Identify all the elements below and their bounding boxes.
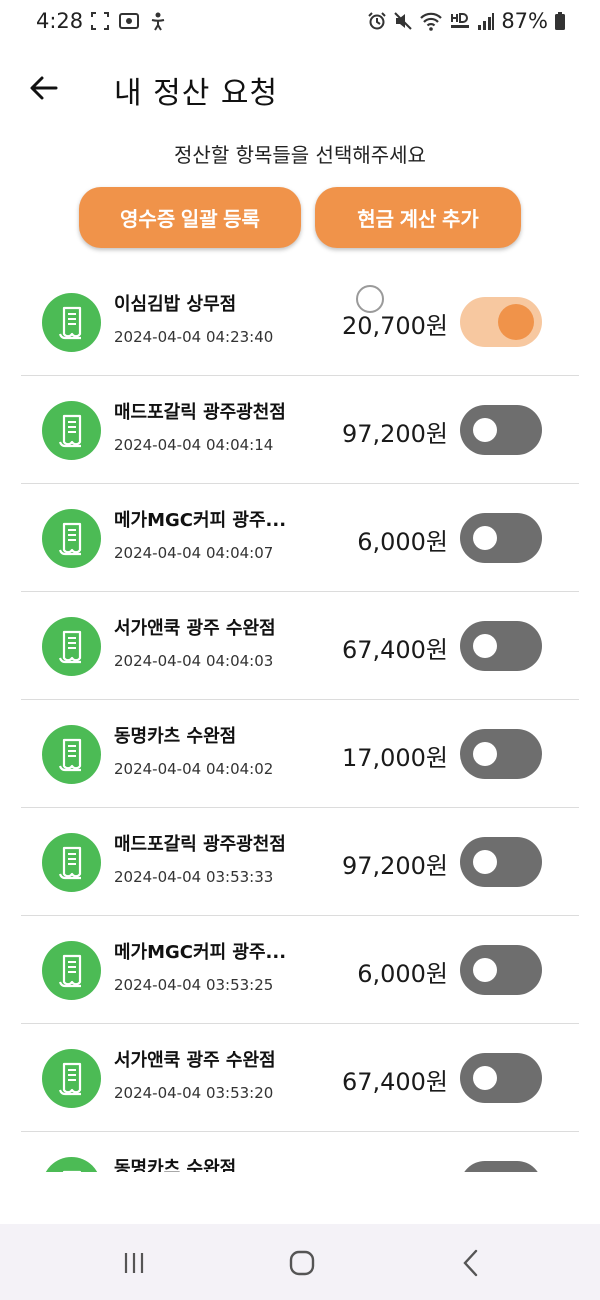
recents-icon <box>124 1253 144 1273</box>
list-item[interactable]: 메가MGC커피 광주... 2024-04-04 04:04:07 6,000원 <box>21 484 579 592</box>
store-name: 매드포갈릭 광주광천점 <box>114 834 286 855</box>
select-toggle[interactable] <box>460 837 542 887</box>
store-name: 서가앤쿡 광주 수완점 <box>114 1050 276 1071</box>
hd-voice-icon <box>449 11 471 31</box>
select-toggle[interactable] <box>460 621 542 671</box>
touch-indicator <box>356 285 384 313</box>
select-toggle[interactable] <box>460 1053 542 1103</box>
list-item[interactable]: 서가앤쿡 광주 수완점 2024-04-04 03:53:20 67,400원 <box>21 1024 579 1132</box>
transaction-datetime: 2024-04-04 04:04:07 <box>114 544 274 562</box>
screen: 4:28 87% 내 정산 요청 정산할 항목들을 선택해주세요 영수증 일괄 … <box>0 0 600 1300</box>
home-button[interactable] <box>282 1246 322 1280</box>
add-cash-button[interactable]: 현금 계산 추가 <box>315 187 521 248</box>
instruction-text: 정산할 항목들을 선택해주세요 <box>174 143 426 167</box>
list-item[interactable]: 동명카츠 수완점 2024-04-04 04:04:02 17,000원 <box>21 700 579 808</box>
store-name: 매드포갈릭 광주광천점 <box>114 402 286 423</box>
amount: 67,400원 <box>341 1068 448 1096</box>
page-title: 내 정산 요청 <box>114 76 279 111</box>
select-toggle[interactable] <box>460 297 542 347</box>
battery-icon <box>554 11 566 31</box>
transaction-datetime: 2024-04-04 03:53:20 <box>114 1084 274 1102</box>
amount: 6,000원 <box>357 960 448 988</box>
receipt-icon <box>42 833 101 892</box>
store-name: 메가MGC커피 광주... <box>114 942 287 963</box>
settlement-list: 이심김밥 상무점 2024-04-04 04:23:40 20,700원매드포갈릭 … <box>21 268 579 1172</box>
select-toggle[interactable] <box>460 729 542 779</box>
wifi-icon <box>419 11 443 31</box>
toggle-knob <box>473 958 497 982</box>
nav-back-button[interactable] <box>452 1246 492 1280</box>
status-left-icons <box>90 11 168 31</box>
amount: 97,200원 <box>341 420 448 448</box>
amount: 67,400원 <box>341 636 448 664</box>
transaction-datetime: 2024-04-04 04:04:02 <box>114 760 274 778</box>
toggle-knob <box>498 304 534 340</box>
back-button[interactable] <box>26 70 62 106</box>
receipt-icon <box>42 1157 101 1172</box>
screenshot-icon <box>90 11 110 31</box>
list-item[interactable]: 매드포갈릭 광주광천점 2024-04-04 04:04:14 97,200원 <box>21 376 579 484</box>
transaction-datetime: 2024-04-04 03:53:25 <box>114 976 274 994</box>
status-bar: 4:28 87% <box>0 0 600 46</box>
signal-icon <box>477 11 495 31</box>
receipt-icon <box>42 941 101 1000</box>
select-toggle[interactable] <box>460 513 542 563</box>
accessibility-icon <box>148 11 168 31</box>
receipt-icon <box>42 1049 101 1108</box>
transaction-datetime: 2024-04-04 04:04:03 <box>114 652 274 670</box>
receipt-icon <box>42 725 101 784</box>
store-name: 이심김밥 상무점 <box>114 294 237 315</box>
transaction-datetime: 2024-04-04 04:23:40 <box>114 328 274 346</box>
transaction-datetime: 2024-04-04 03:53:33 <box>114 868 274 886</box>
system-nav-bar <box>0 1224 600 1300</box>
back-chevron-icon <box>463 1249 478 1277</box>
receipt-icon <box>42 617 101 676</box>
list-item[interactable]: 매드포갈릭 광주광천점 2024-04-04 03:53:33 97,200원 <box>21 808 579 916</box>
battery-level: 87% <box>501 9 548 33</box>
select-toggle[interactable] <box>460 1161 542 1172</box>
toggle-knob <box>473 1066 497 1090</box>
app-bar: 내 정산 요청 <box>0 60 600 116</box>
home-icon <box>289 1250 315 1276</box>
amount: 20,700원 <box>341 312 448 340</box>
transaction-datetime: 2024-04-04 04:04:14 <box>114 436 274 454</box>
toggle-knob <box>473 418 497 442</box>
receipt-icon <box>42 509 101 568</box>
list-item[interactable]: 동명카츠 수완점 17,000원 <box>21 1132 579 1172</box>
select-toggle[interactable] <box>460 405 542 455</box>
list-item[interactable]: 메가MGC커피 광주... 2024-04-04 03:53:25 6,000원 <box>21 916 579 1024</box>
mute-icon <box>393 11 413 31</box>
arrow-left-icon <box>30 76 58 100</box>
recents-button[interactable] <box>114 1246 154 1280</box>
store-name: 동명카츠 수완점 <box>114 726 237 747</box>
receipt-icon <box>42 401 101 460</box>
receipt-bulk-register-button[interactable]: 영수증 일괄 등록 <box>79 187 301 248</box>
amount: 17,000원 <box>342 1170 448 1172</box>
action-buttons: 영수증 일괄 등록 현금 계산 추가 <box>79 187 521 248</box>
store-name: 동명카츠 수완점 <box>114 1158 237 1172</box>
toggle-knob <box>473 634 497 658</box>
store-name: 메가MGC커피 광주... <box>114 510 287 531</box>
amount: 17,000원 <box>341 744 448 772</box>
select-toggle[interactable] <box>460 945 542 995</box>
receipt-icon <box>42 293 101 352</box>
list-item[interactable]: 서가앤쿡 광주 수완점 2024-04-04 04:04:03 67,400원 <box>21 592 579 700</box>
store-name: 서가앤쿡 광주 수완점 <box>114 618 276 639</box>
status-right-icons: 87% <box>367 9 566 33</box>
toggle-knob <box>473 526 497 550</box>
status-time: 4:28 <box>36 9 84 33</box>
toggle-knob <box>473 742 497 766</box>
amount: 6,000원 <box>357 528 448 556</box>
list-item[interactable]: 이심김밥 상무점 2024-04-04 04:23:40 20,700원 <box>21 268 579 376</box>
amount: 97,200원 <box>341 852 448 880</box>
screen-record-icon <box>118 11 140 31</box>
toggle-knob <box>473 850 497 874</box>
alarm-icon <box>367 11 387 31</box>
